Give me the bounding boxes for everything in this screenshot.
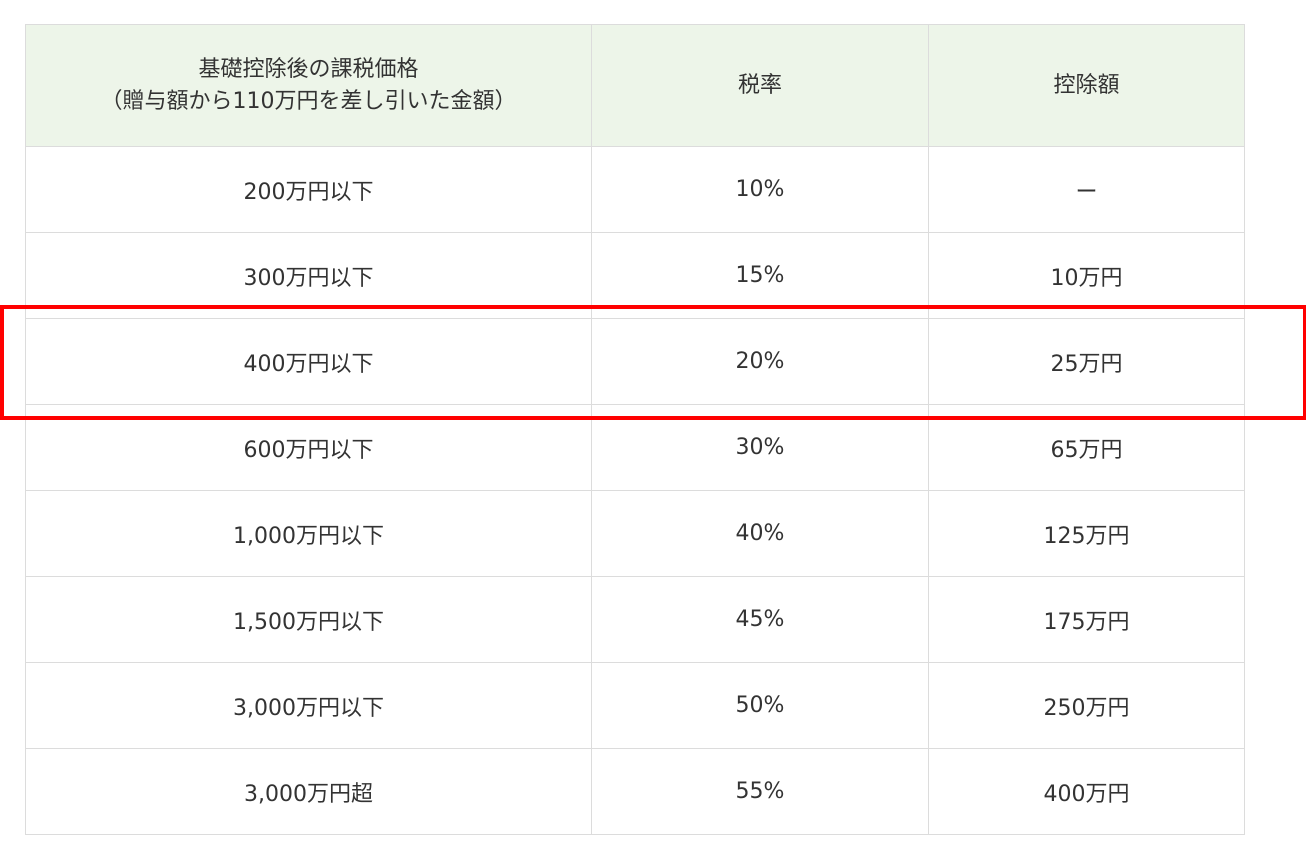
table-row: 400万円以下 20% 25万円 xyxy=(25,318,1245,405)
cell-amount: 400万円以下 xyxy=(25,318,592,405)
table-row: 1,500万円以下 45% 175万円 xyxy=(25,576,1245,663)
header-deduction: 控除額 xyxy=(928,24,1245,147)
cell-deduction: 65万円 xyxy=(928,404,1245,491)
cell-deduction: 125万円 xyxy=(928,490,1245,577)
header-taxable-amount-line1: 基礎控除後の課税価格 xyxy=(198,56,419,82)
cell-rate: 20% xyxy=(591,318,929,405)
cell-deduction: 400万円 xyxy=(928,748,1245,835)
cell-rate: 50% xyxy=(591,662,929,749)
cell-deduction: 25万円 xyxy=(928,318,1245,405)
table-row: 3,000万円超 55% 400万円 xyxy=(25,748,1245,835)
cell-rate: 10% xyxy=(591,146,929,233)
header-row: 基礎控除後の課税価格 （贈与額から110万円を差し引いた金額） 税率 控除額 xyxy=(25,24,1245,147)
header-rate: 税率 xyxy=(591,24,929,147)
cell-rate: 40% xyxy=(591,490,929,577)
cell-rate: 45% xyxy=(591,576,929,663)
table-header: 基礎控除後の課税価格 （贈与額から110万円を差し引いた金額） 税率 控除額 xyxy=(25,24,1245,147)
cell-amount: 1,000万円以下 xyxy=(25,490,592,577)
table-row: 200万円以下 10% ー xyxy=(25,146,1245,233)
gift-tax-rate-table: 基礎控除後の課税価格 （贈与額から110万円を差し引いた金額） 税率 控除額 2… xyxy=(25,24,1245,835)
cell-rate: 15% xyxy=(591,232,929,319)
cell-deduction: ー xyxy=(928,146,1245,233)
cell-amount: 300万円以下 xyxy=(25,232,592,319)
cell-deduction: 10万円 xyxy=(928,232,1245,319)
cell-rate: 30% xyxy=(591,404,929,491)
cell-deduction: 250万円 xyxy=(928,662,1245,749)
table-row: 300万円以下 15% 10万円 xyxy=(25,232,1245,319)
table-row: 1,000万円以下 40% 125万円 xyxy=(25,490,1245,577)
cell-deduction: 175万円 xyxy=(928,576,1245,663)
table-body: 200万円以下 10% ー 300万円以下 15% 10万円 400万円以下 2… xyxy=(25,146,1245,835)
cell-amount: 3,000万円超 xyxy=(25,748,592,835)
cell-amount: 3,000万円以下 xyxy=(25,662,592,749)
table-row: 3,000万円以下 50% 250万円 xyxy=(25,662,1245,749)
table-row: 600万円以下 30% 65万円 xyxy=(25,404,1245,491)
cell-amount: 600万円以下 xyxy=(25,404,592,491)
header-taxable-amount: 基礎控除後の課税価格 （贈与額から110万円を差し引いた金額） xyxy=(25,24,592,147)
cell-rate: 55% xyxy=(591,748,929,835)
header-taxable-amount-line2: （贈与額から110万円を差し引いた金額） xyxy=(100,88,517,114)
cell-amount: 1,500万円以下 xyxy=(25,576,592,663)
cell-amount: 200万円以下 xyxy=(25,146,592,233)
